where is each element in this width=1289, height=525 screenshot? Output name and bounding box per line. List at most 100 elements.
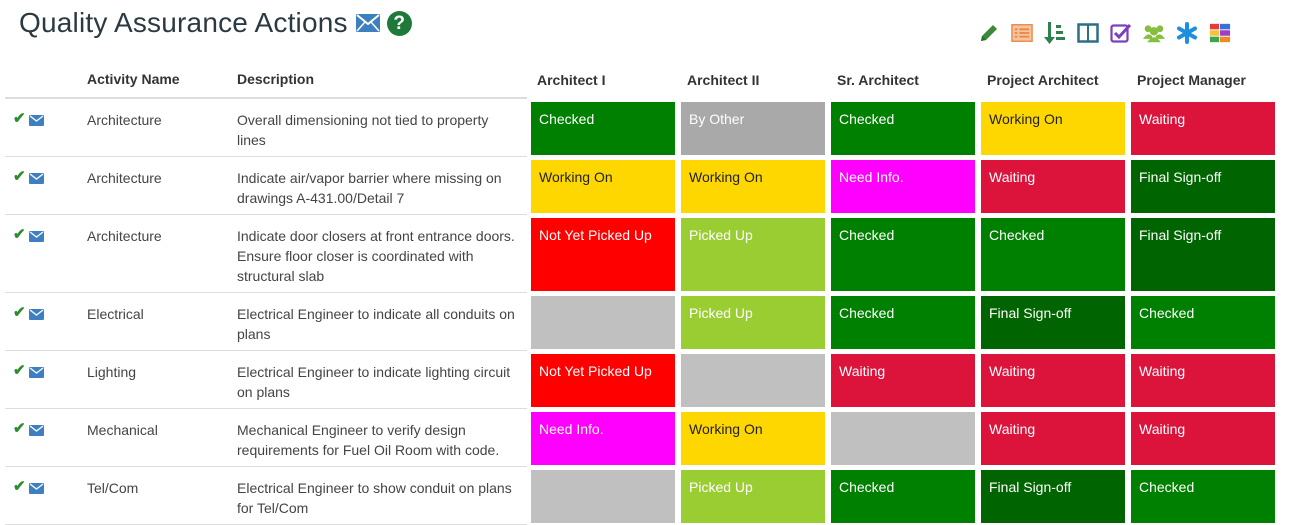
status-badge[interactable]: Waiting bbox=[1131, 354, 1275, 407]
status-badge[interactable]: Waiting bbox=[981, 160, 1125, 213]
envelope-icon[interactable] bbox=[28, 229, 44, 242]
checkmark-icon[interactable]: ✔ bbox=[13, 305, 26, 320]
status-badge[interactable]: Checked bbox=[831, 296, 975, 349]
status-badge[interactable] bbox=[531, 296, 675, 349]
column-header-architect-ii[interactable]: Architect II bbox=[677, 60, 827, 99]
checkmark-icon[interactable]: ✔ bbox=[13, 421, 26, 436]
activity-name: Architecture bbox=[87, 170, 162, 186]
envelope-icon[interactable] bbox=[28, 171, 44, 184]
status-badge[interactable]: Picked Up bbox=[681, 218, 825, 291]
column-header-sr-architect[interactable]: Sr. Architect bbox=[827, 60, 977, 99]
status-badge[interactable]: Working On bbox=[531, 160, 675, 213]
checkmark-icon[interactable]: ✔ bbox=[13, 227, 26, 242]
status-badge[interactable]: Working On bbox=[981, 102, 1125, 155]
status-cell: Not Yet Picked Up bbox=[527, 351, 677, 409]
status-badge[interactable]: Checked bbox=[1131, 296, 1275, 349]
status-badge[interactable]: Final Sign-off bbox=[1131, 160, 1275, 213]
status-badge[interactable]: Final Sign-off bbox=[981, 470, 1125, 523]
status-badge[interactable]: Waiting bbox=[831, 354, 975, 407]
status-badge[interactable]: Final Sign-off bbox=[1131, 218, 1275, 291]
status-cell: Working On bbox=[527, 157, 677, 215]
status-badge[interactable]: Checked bbox=[531, 102, 675, 155]
sort-icon[interactable] bbox=[1044, 22, 1066, 44]
status-badge[interactable] bbox=[531, 470, 675, 523]
status-badge[interactable]: Not Yet Picked Up bbox=[531, 218, 675, 291]
toolbar bbox=[978, 19, 1242, 47]
description: Indicate air/vapor barrier where missing… bbox=[237, 170, 502, 206]
status-badge[interactable]: Checked bbox=[831, 470, 975, 523]
status-badge[interactable]: Picked Up bbox=[681, 470, 825, 523]
checkmark-icon[interactable]: ✔ bbox=[13, 479, 26, 494]
pencil-icon[interactable] bbox=[978, 22, 1000, 44]
status-badge[interactable]: Waiting bbox=[1131, 102, 1275, 155]
row-action-icons: ✔ bbox=[5, 99, 82, 157]
status-badge[interactable]: Checked bbox=[831, 102, 975, 155]
list-icon[interactable] bbox=[1011, 22, 1033, 44]
status-cell: Checked bbox=[827, 99, 977, 157]
column-header-activity-name[interactable]: Activity Name bbox=[82, 60, 232, 99]
status-badge[interactable]: Checked bbox=[981, 218, 1125, 291]
checkmark-icon[interactable]: ✔ bbox=[13, 111, 26, 126]
row-action-icons: ✔ bbox=[5, 157, 82, 215]
column-header-description[interactable]: Description bbox=[232, 60, 527, 99]
status-badge[interactable]: By Other bbox=[681, 102, 825, 155]
status-badge[interactable]: Working On bbox=[681, 160, 825, 213]
columns-icon[interactable] bbox=[1077, 22, 1099, 44]
envelope-icon[interactable] bbox=[28, 423, 44, 436]
status-cell: Need Info. bbox=[827, 157, 977, 215]
table-row: ✔ Architecture Indicate air/vapor barrier … bbox=[5, 157, 1277, 215]
row-action-icons: ✔ bbox=[5, 293, 82, 351]
status-cell bbox=[527, 293, 677, 351]
checkmark-icon[interactable]: ✔ bbox=[13, 169, 26, 184]
description-cell: Indicate air/vapor barrier where missing… bbox=[232, 157, 527, 215]
status-badge[interactable]: Need Info. bbox=[531, 412, 675, 465]
status-badge[interactable]: Waiting bbox=[981, 412, 1125, 465]
color-grid-icon[interactable] bbox=[1209, 22, 1231, 44]
envelope-icon[interactable] bbox=[28, 481, 44, 494]
table-row: ✔ Electrical Electrical Engineer to indica… bbox=[5, 293, 1277, 351]
status-badge[interactable]: Waiting bbox=[981, 354, 1125, 407]
checkmark-icon[interactable]: ✔ bbox=[13, 363, 26, 378]
status-badge[interactable]: Not Yet Picked Up bbox=[531, 354, 675, 407]
table-row: ✔ Lighting Electrical Engineer to indicate… bbox=[5, 351, 1277, 409]
status-cell: Waiting bbox=[977, 157, 1127, 215]
column-header-icons bbox=[5, 60, 82, 99]
activity-name: Mechanical bbox=[87, 422, 158, 438]
status-cell: Waiting bbox=[1127, 351, 1277, 409]
status-badge[interactable]: Checked bbox=[1131, 470, 1275, 523]
row-action-icons: ✔ bbox=[5, 409, 82, 467]
description: Overall dimensioning not tied to propert… bbox=[237, 112, 489, 148]
column-header-project-manager[interactable]: Project Manager bbox=[1127, 60, 1277, 99]
status-cell: Checked bbox=[977, 215, 1127, 293]
asterisk-icon[interactable] bbox=[1176, 22, 1198, 44]
help-icon[interactable]: ? bbox=[386, 10, 412, 36]
status-cell: By Other bbox=[677, 99, 827, 157]
status-badge[interactable] bbox=[681, 354, 825, 407]
column-header-project-architect[interactable]: Project Architect bbox=[977, 60, 1127, 99]
status-cell: Waiting bbox=[977, 409, 1127, 467]
users-icon[interactable] bbox=[1143, 22, 1165, 44]
status-badge[interactable] bbox=[831, 412, 975, 465]
activity-name: Tel/Com bbox=[87, 480, 139, 496]
status-badge[interactable]: Waiting bbox=[1131, 412, 1275, 465]
activity-name: Architecture bbox=[87, 112, 162, 128]
status-badge[interactable]: Final Sign-off bbox=[981, 296, 1125, 349]
description-cell: Mechanical Engineer to verify design req… bbox=[232, 409, 527, 467]
status-badge[interactable]: Picked Up bbox=[681, 296, 825, 349]
envelope-icon[interactable] bbox=[28, 365, 44, 378]
status-cell: Picked Up bbox=[677, 467, 827, 525]
description: Indicate door closers at front entrance … bbox=[237, 228, 515, 284]
status-badge[interactable]: Checked bbox=[831, 218, 975, 291]
envelope-icon[interactable] bbox=[28, 113, 44, 126]
activity-name-cell: Tel/Com bbox=[82, 467, 232, 525]
status-cell: Checked bbox=[527, 99, 677, 157]
header-row: Activity Name Description Architect I Ar… bbox=[5, 60, 1277, 99]
column-header-architect-i[interactable]: Architect I bbox=[527, 60, 677, 99]
checkbox-icon[interactable] bbox=[1110, 22, 1132, 44]
description: Electrical Engineer to show conduit on p… bbox=[237, 480, 512, 516]
status-badge[interactable]: Working On bbox=[681, 412, 825, 465]
envelope-icon[interactable] bbox=[28, 307, 44, 320]
activity-name-cell: Mechanical bbox=[82, 409, 232, 467]
status-badge[interactable]: Need Info. bbox=[831, 160, 975, 213]
envelope-icon[interactable] bbox=[355, 14, 380, 32]
